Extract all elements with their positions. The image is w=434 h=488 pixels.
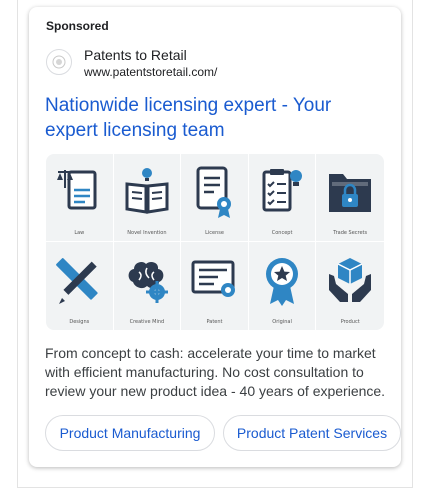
ruler-pencil-icon xyxy=(56,258,98,304)
image-tile-creative-mind: Creative Mind xyxy=(114,242,182,330)
sponsored-ad-card: Sponsored Patents to Retail www.patentst… xyxy=(29,7,401,467)
brain-gear-icon xyxy=(128,261,168,303)
tile-caption: License xyxy=(205,230,224,236)
ad-image[interactable]: Law Novel Invention License Concept Trad… xyxy=(46,154,384,330)
image-tile-trade-secrets: Trade Secrets xyxy=(316,154,384,242)
sponsored-label: Sponsored xyxy=(46,19,109,33)
ad-headline-link[interactable]: Nationwide licensing expert - Your exper… xyxy=(45,93,385,143)
tile-caption: Product xyxy=(340,319,360,325)
folder-lock-icon xyxy=(329,174,372,212)
tile-caption: Trade Secrets xyxy=(333,230,368,236)
image-tile-product: Product xyxy=(316,242,384,330)
advertiser-favicon-icon[interactable] xyxy=(46,49,72,75)
advertiser-name[interactable]: Patents to Retail xyxy=(84,47,187,63)
checklist-lightbulb-icon xyxy=(262,169,303,212)
tile-caption: Law xyxy=(74,230,85,236)
image-tile-concept: Concept xyxy=(248,154,317,242)
image-tile-original: Original xyxy=(249,242,317,330)
display-url[interactable]: www.patentstoretail.com/ xyxy=(84,65,217,79)
image-tile-novel-invention: Novel Invention xyxy=(113,154,182,242)
license-certificate-icon xyxy=(196,166,232,218)
tile-caption: Novel Invention xyxy=(127,230,167,236)
sitelink-product-manufacturing[interactable]: Product Manufacturing xyxy=(45,415,215,451)
tile-caption: Patent xyxy=(206,319,223,325)
image-tile-designs: Designs xyxy=(46,242,114,330)
tile-caption: Original xyxy=(272,319,292,325)
hands-box-icon xyxy=(329,258,372,302)
open-book-icon xyxy=(125,168,169,214)
image-tile-license: License xyxy=(181,154,249,242)
image-tile-law: Law xyxy=(46,154,114,242)
star-badge-icon xyxy=(266,258,299,306)
ad-description: From concept to cash: accelerate your ti… xyxy=(45,345,386,399)
tile-caption: Creative Mind xyxy=(129,319,165,325)
patent-certificate-icon xyxy=(191,260,236,297)
image-tile-patent: Patent xyxy=(181,242,249,330)
tile-caption: Concept xyxy=(271,230,293,236)
tile-caption: Designs xyxy=(69,319,90,325)
scales-document-icon xyxy=(57,170,97,210)
sitelink-product-patent-services[interactable]: Product Patent Services xyxy=(223,415,401,451)
